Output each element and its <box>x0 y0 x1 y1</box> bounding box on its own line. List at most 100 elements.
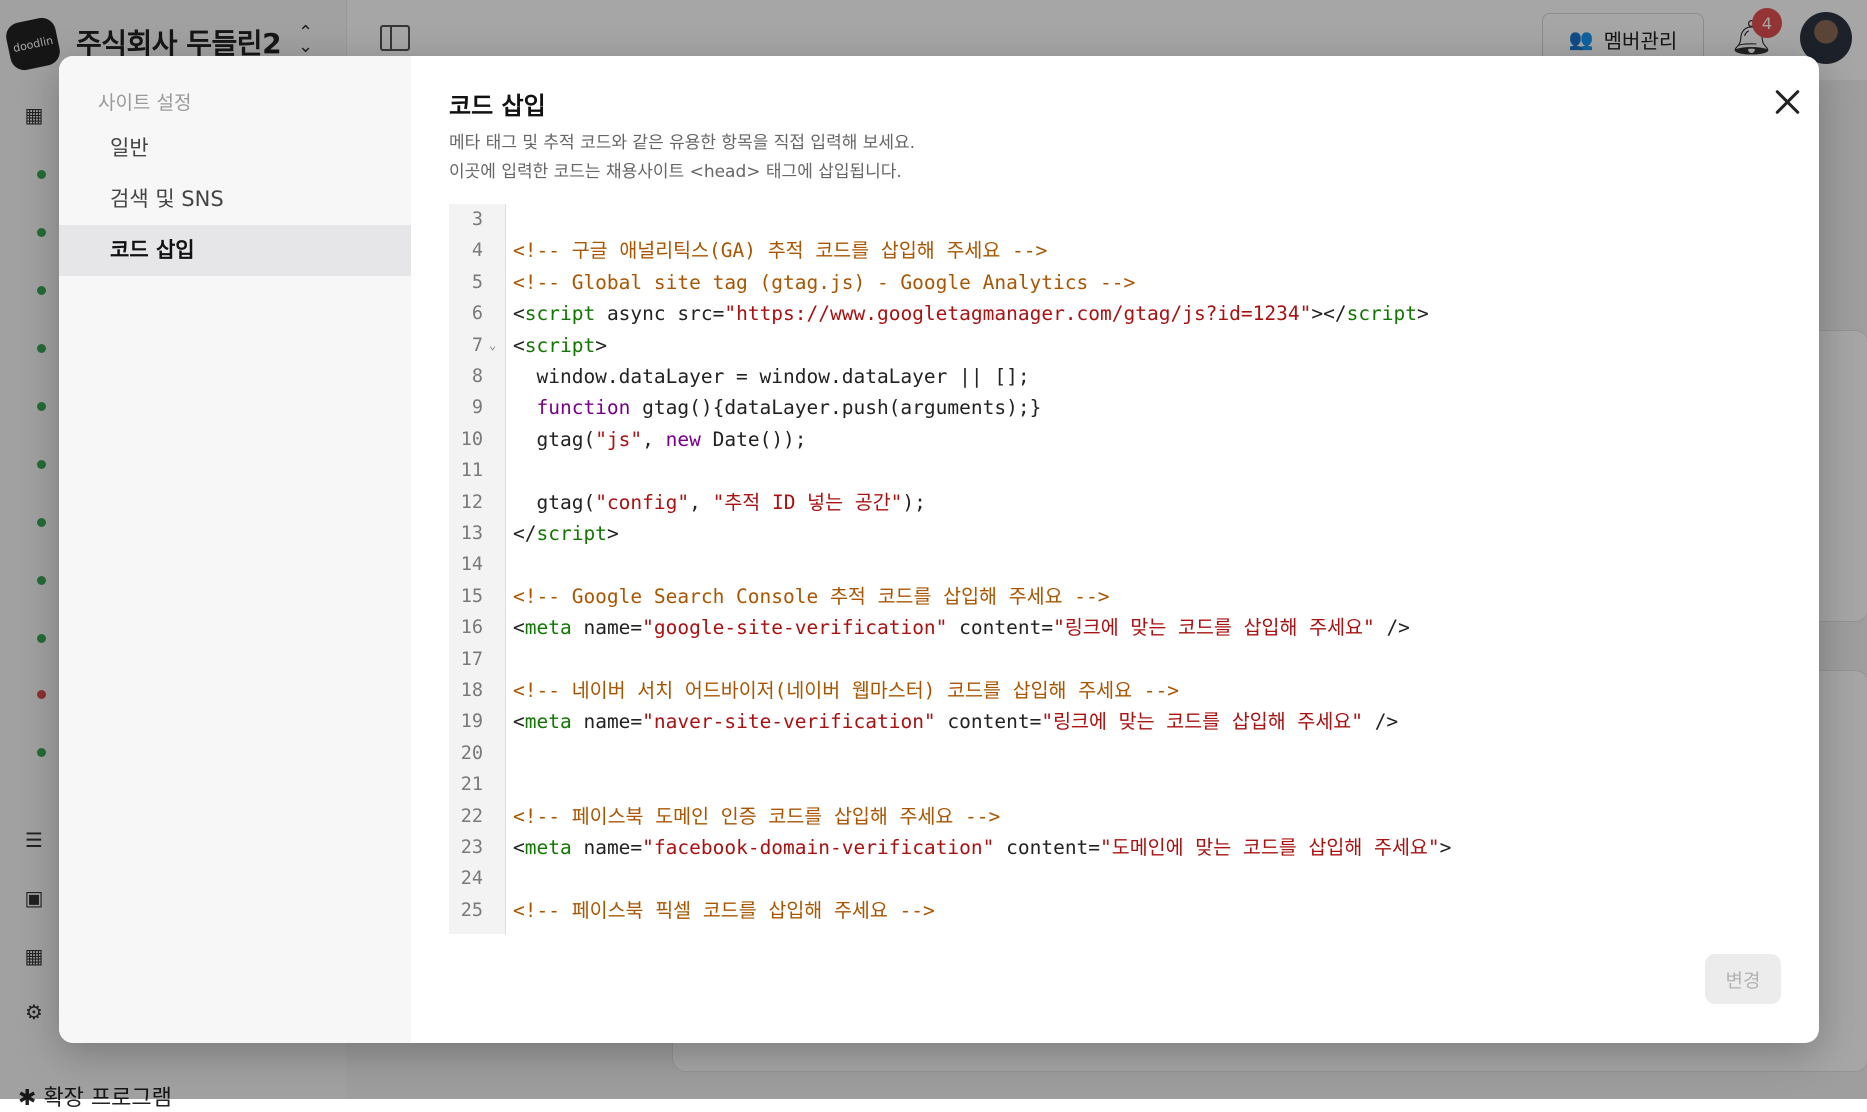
code-token: meta <box>524 710 572 734</box>
code-token: > <box>1439 836 1452 859</box>
code-token: "google-site-verification" <box>642 616 948 640</box>
code-editor[interactable]: 3 4 <!-- 구글 애널리틱스(GA) 추적 코드를 삽입해 주세요 --> 5 <… <box>449 204 1819 934</box>
code-line[interactable]: 7 ⌄ <script> <box>449 330 1819 361</box>
fold-chevron-icon[interactable]: ⌄ <box>489 330 496 361</box>
code-line[interactable]: 6 <script async src="https://www.googleta… <box>449 298 1819 329</box>
code-text: <meta name="naver-site-verification" con… <box>513 706 1398 737</box>
line-number: 13 <box>460 523 483 544</box>
code-token: <!-- 네이버 서치 어드바이저(네이버 웹마스터) 코드를 삽입해 주세요 … <box>513 679 1180 702</box>
code-line[interactable]: 13 </script> <box>449 518 1819 549</box>
code-token: "도메인에 맞는 코드를 삽입해 주세요" <box>1100 836 1440 859</box>
code-line[interactable]: 25 <!-- 페이스북 픽셀 코드를 삽입해 주세요 --> <box>449 895 1819 926</box>
code-text: <!-- Google Search Console 추적 코드를 삽입해 주세… <box>513 581 1110 612</box>
code-line[interactable]: 10 gtag("js", new Date()); <box>449 424 1819 455</box>
code-line[interactable]: 24 <box>449 863 1819 894</box>
code-text: <script async src="https://www.googletag… <box>513 298 1429 329</box>
code-token: </ <box>513 522 537 545</box>
code-line[interactable]: 23 <meta name="facebook-domain-verificati… <box>449 832 1819 863</box>
code-token: < <box>513 710 525 734</box>
line-number: 8 <box>471 366 483 387</box>
line-number: 5 <box>471 271 483 293</box>
line-number: 14 <box>460 554 483 576</box>
code-line[interactable]: 17 <box>449 644 1819 675</box>
close-icon[interactable] <box>1769 84 1805 120</box>
code-line[interactable]: 8 window.dataLayer = window.dataLayer ||… <box>449 361 1819 392</box>
code-token: <!-- 페이스북 픽셀 코드를 삽입해 주세요 --> <box>513 898 935 922</box>
line-number: 17 <box>460 648 483 670</box>
code-token: gtag( <box>513 490 596 514</box>
settings-nav: 사이트 설정 일반 검색 및 SNS 코드 삽입 <box>59 56 411 1043</box>
code-line[interactable]: 9 function gtag(){dataLayer.push(argumen… <box>449 392 1819 423</box>
code-token: < <box>513 333 525 357</box>
code-token: name= <box>571 836 643 859</box>
code-line[interactable]: 3 <box>449 204 1819 235</box>
code-token: script <box>524 333 596 357</box>
code-text: <meta name="facebook-domain-verification… <box>513 832 1451 863</box>
code-token: ></ <box>1311 302 1347 326</box>
code-token: "js" <box>595 427 643 451</box>
code-text: </script> <box>513 518 619 549</box>
code-token: <!-- 페이스북 도메인 인증 코드를 삽입해 주세요 --> <box>513 804 1001 828</box>
code-line[interactable]: 12 gtag("config", "추적 ID 넣는 공간"); <box>449 487 1819 518</box>
code-line[interactable]: 4 <!-- 구글 애널리틱스(GA) 추적 코드를 삽입해 주세요 --> <box>449 235 1819 266</box>
line-number: 23 <box>460 837 483 858</box>
code-text: <!-- 구글 애널리틱스(GA) 추적 코드를 삽입해 주세요 --> <box>513 235 1047 266</box>
code-token: > <box>595 333 607 357</box>
code-text: <!-- 페이스북 도메인 인증 코드를 삽입해 주세요 --> <box>513 801 1000 832</box>
code-token: window.dataLayer = window.dataLayer || [… <box>513 365 1030 388</box>
code-line[interactable]: 11 <box>449 455 1819 486</box>
code-token: content= <box>994 836 1101 859</box>
code-token: > <box>1417 302 1429 326</box>
modal-title: 코드 삽입 <box>449 92 546 120</box>
code-line[interactable]: 18 <!-- 네이버 서치 어드바이저(네이버 웹마스터) 코드를 삽입해 주세… <box>449 675 1819 706</box>
code-line[interactable]: 15 <!-- Google Search Console 추적 코드를 삽입해 … <box>449 581 1819 612</box>
code-line[interactable]: 14 <box>449 549 1819 580</box>
code-token: script <box>1346 302 1418 326</box>
modal-content: 코드 삽입 메타 태그 및 추적 코드와 같은 유용한 항목을 직접 입력해 보… <box>411 56 1819 1043</box>
code-text: <script> <box>513 330 607 361</box>
code-line[interactable]: 16 <meta name="google-site-verification" … <box>449 612 1819 643</box>
code-line[interactable]: 21 <box>449 769 1819 800</box>
code-token: script <box>524 302 596 326</box>
line-number: 21 <box>460 774 483 796</box>
code-token: "config" <box>595 490 690 514</box>
code-token: "naver-site-verification" <box>642 710 936 734</box>
line-number: 25 <box>460 899 483 921</box>
line-number: 19 <box>460 711 483 733</box>
line-number: 24 <box>460 868 483 890</box>
line-number: 3 <box>471 209 483 230</box>
site-settings-modal: 사이트 설정 일반 검색 및 SNS 코드 삽입 코드 삽입 메타 태그 및 추… <box>59 56 1819 1043</box>
code-token: meta <box>524 616 572 640</box>
code-token: new <box>665 427 701 451</box>
code-token: < <box>513 836 525 859</box>
line-number: 4 <box>471 240 483 262</box>
nav-item-general[interactable]: 일반 <box>59 123 411 174</box>
code-line[interactable]: 5 <!-- Global site tag (gtag.js) - Google… <box>449 267 1819 298</box>
code-line[interactable]: 20 <box>449 738 1819 769</box>
submit-change-button[interactable]: 변경 <box>1705 954 1781 1004</box>
code-token: async src= <box>595 302 725 326</box>
code-token: <!-- 구글 애널리틱스(GA) 추적 코드를 삽입해 주세요 --> <box>513 239 1048 263</box>
line-number: 9 <box>471 397 483 419</box>
code-token: , <box>642 427 666 451</box>
code-text: <!-- 네이버 서치 어드바이저(네이버 웹마스터) 코드를 삽입해 주세요 … <box>513 675 1179 706</box>
code-text: gtag("js", new Date()); <box>513 424 806 455</box>
code-token: <!-- Google Search Console 추적 코드를 삽입해 주세… <box>513 584 1110 608</box>
code-token: > <box>606 522 619 545</box>
code-token: gtag(){dataLayer.push(arguments);} <box>630 396 1042 420</box>
nav-item-search-sns[interactable]: 검색 및 SNS <box>59 174 411 225</box>
code-line[interactable]: 19 <meta name="naver-site-verification" c… <box>449 706 1819 737</box>
code-token: name= <box>571 710 643 734</box>
line-number: 7 <box>471 334 483 356</box>
nav-item-code-insert[interactable]: 코드 삽입 <box>59 225 411 276</box>
code-token: content= <box>935 710 1042 734</box>
line-number: 11 <box>460 460 483 482</box>
code-line[interactable]: 22 <!-- 페이스북 도메인 인증 코드를 삽입해 주세요 --> <box>449 801 1819 832</box>
line-number: 15 <box>460 585 483 607</box>
code-token: script <box>536 522 607 545</box>
code-text: window.dataLayer = window.dataLayer || [… <box>513 361 1030 392</box>
modal-description-line: 메타 태그 및 추적 코드와 같은 유용한 항목을 직접 입력해 보세요. <box>449 133 916 153</box>
code-text: <!-- Global site tag (gtag.js) - Google … <box>513 267 1135 298</box>
code-token: , <box>689 490 713 514</box>
